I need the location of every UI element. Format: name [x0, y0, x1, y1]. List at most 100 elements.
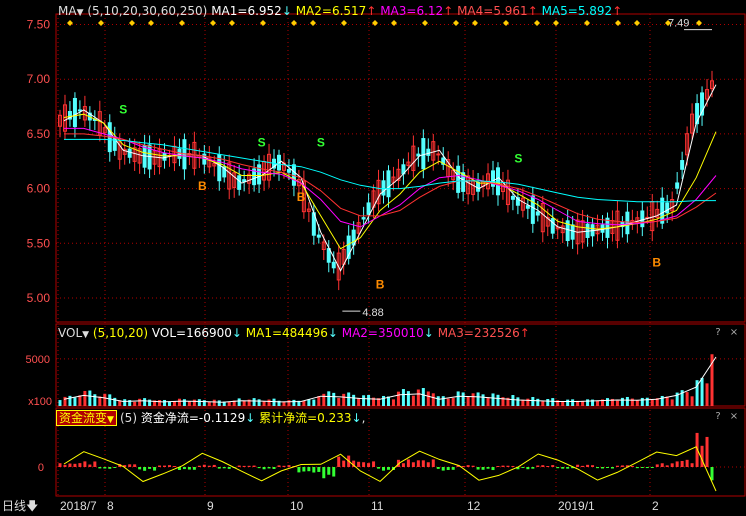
x-tick-label: 2 [652, 499, 659, 513]
fund-flow-bar [451, 467, 455, 470]
volume-bar [312, 399, 316, 406]
fund-flow-bar [307, 467, 311, 472]
fund-flow-bar [591, 465, 595, 467]
up-arrow-icon: ↑ [527, 4, 538, 18]
fund-flow-bars [58, 432, 717, 492]
candle-body [530, 195, 535, 224]
volume-bar [177, 398, 181, 406]
x-tick-label: 12 [467, 499, 481, 513]
volume-bar [108, 394, 112, 406]
fund-flow-bar [685, 459, 689, 467]
volume-ma-line [63, 356, 717, 403]
buy-signal: B [652, 256, 661, 270]
help-icon[interactable]: ? [712, 411, 724, 423]
fund-flow-bar [367, 463, 371, 467]
fund-flow-bar [541, 465, 545, 467]
fund-flow-bar [312, 467, 316, 473]
fund-flow-bar [163, 465, 167, 467]
ma-indicator-name[interactable]: MA [58, 4, 77, 18]
price-tick-label: 5.50 [27, 236, 51, 250]
close-icon[interactable]: × [728, 327, 740, 339]
fund-flow-bar [182, 467, 186, 470]
volume-bar [103, 393, 107, 406]
fund-flow-bar [665, 465, 669, 467]
fund-flow-bar [148, 467, 152, 469]
candle-body [535, 211, 540, 216]
low-price-label: 4.88 [362, 307, 383, 319]
dropdown-triangle-icon[interactable]: ▼ [82, 330, 89, 340]
fund-flow-bar [531, 467, 535, 469]
event-diamond [553, 20, 559, 26]
volume-bar [640, 397, 644, 406]
candle-body [386, 170, 391, 198]
fund-flow-bar [436, 467, 440, 469]
volume-tick-label: 5000 [26, 354, 50, 366]
fund-flow-bar [650, 467, 654, 468]
volume-bar [133, 401, 137, 406]
fund-flow-bar [551, 465, 555, 467]
event-diamond [341, 20, 347, 26]
event-diamond [422, 20, 428, 26]
vol-indicator-name[interactable]: VOL [58, 326, 82, 340]
fund-flow-bar [73, 463, 77, 467]
volume-bar [431, 393, 435, 406]
volume-bar [73, 397, 77, 406]
vol-ma3-value: MA3=232526 [437, 326, 520, 340]
volume-bar [401, 389, 405, 406]
fund-flow-bar [267, 467, 271, 469]
volume-bar [526, 398, 530, 406]
volume-bar [367, 394, 371, 406]
fund-flow-selector[interactable]: 资金流变▼ [56, 410, 117, 426]
flow-tail: , [361, 411, 366, 425]
fund-flow-bar [382, 467, 386, 471]
price-tick-label: 7.50 [27, 18, 51, 32]
volume-bar [596, 400, 600, 406]
candle-body [680, 160, 685, 170]
price-header: MA▼ (5,10,20,30,60,250) MA1=6.952↓ MA2=6… [58, 4, 622, 20]
fund-flow-bar [501, 465, 505, 467]
volume-bar [78, 395, 82, 406]
fund-flow-bar [108, 467, 112, 469]
fund-flow-bar [133, 464, 137, 467]
volume-header: VOL▼ (5,10,20) VOL=166900↓ MA1=484496↓ M… [58, 326, 530, 342]
fund-flow-bar [660, 463, 664, 467]
volume-bar [63, 396, 67, 406]
candle-body [421, 138, 426, 170]
candle-body [77, 109, 82, 112]
volume-bar [123, 399, 127, 406]
event-diamond [391, 20, 397, 26]
dropdown-triangle-icon[interactable]: ▼ [77, 8, 84, 18]
close-icon[interactable]: × [728, 411, 740, 423]
down-arrow-icon: ↓ [281, 4, 292, 18]
x-tick-label: 8 [107, 499, 114, 513]
fund-flow-bar [262, 467, 266, 470]
event-diamond [472, 20, 478, 26]
vol-value: VOL=166900 [151, 326, 232, 340]
volume-bar [551, 398, 555, 406]
fund-flow-bar [675, 461, 679, 467]
volume-bar [391, 399, 395, 406]
stock-chart[interactable]: SBSBSBSBSB 7.507.006.506.005.505.002018/… [0, 0, 746, 516]
period-selector[interactable]: 日线🡇 [2, 498, 38, 514]
volume-bar [461, 392, 465, 406]
event-diamond [67, 20, 73, 26]
volume-bar [650, 399, 654, 406]
candle-body [456, 165, 461, 193]
period-label: 日线 [2, 499, 27, 513]
fund-flow-bar [566, 467, 570, 469]
fund-flow-bar [332, 467, 336, 477]
volume-bar [705, 383, 709, 406]
fund-flow-bar [506, 465, 510, 467]
help-icon[interactable]: ? [712, 327, 724, 339]
volume-bar [446, 398, 450, 406]
volume-bar [476, 392, 480, 406]
volume-bar [217, 400, 221, 406]
volume-bar [605, 398, 609, 406]
event-diamond [634, 20, 640, 26]
volume-bar [332, 392, 336, 406]
x-tick-label: 9 [207, 499, 214, 513]
volume-bar [541, 401, 545, 406]
fund-flow-bar [58, 463, 62, 467]
event-diamond [696, 20, 702, 26]
fund-flow-bar [302, 467, 306, 472]
